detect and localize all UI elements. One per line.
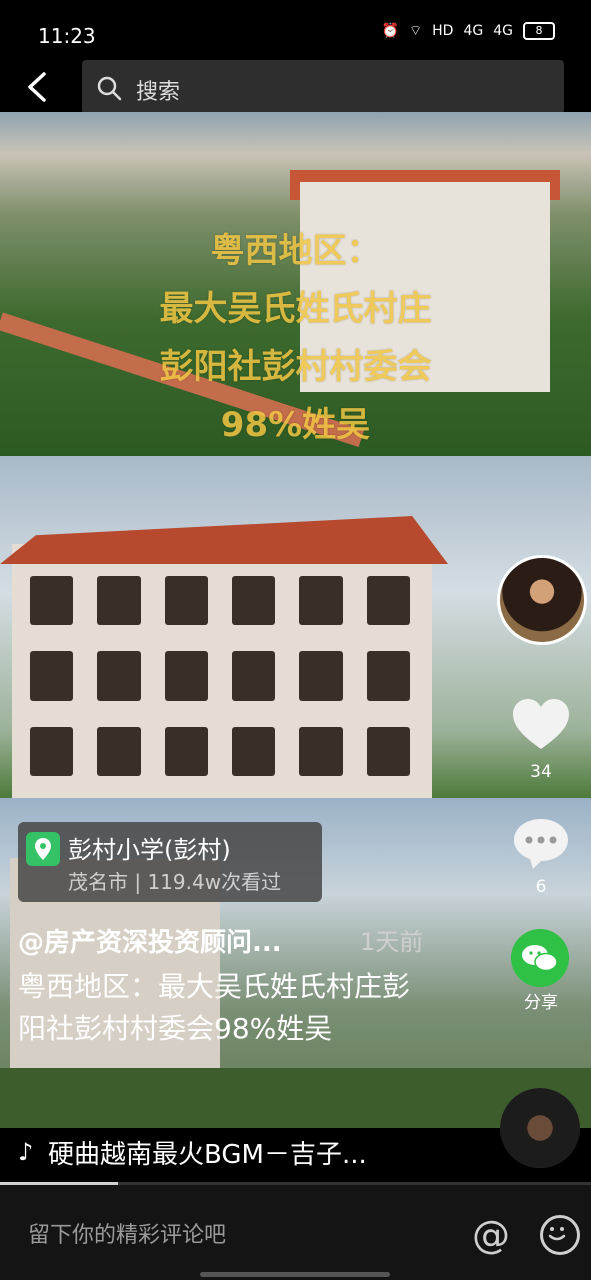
location-subtitle: 茂名市 | 119.4w次看过: [68, 870, 282, 894]
emoji-icon[interactable]: [540, 1215, 580, 1255]
comment-input[interactable]: 留下你的精彩评论吧: [28, 1217, 226, 1249]
location-name: 彭村小学(彭村): [68, 836, 231, 864]
status-bar: 11:23 ⏰ ⌔ HD 4G 4G 8: [0, 0, 591, 52]
home-indicator: [200, 1272, 390, 1277]
author-name[interactable]: @房产资深投资顾问...: [18, 922, 282, 959]
overlay-title-line: 最大吴氏姓氏村庄: [159, 289, 432, 329]
location-pin-icon: [26, 832, 60, 866]
search-icon: [97, 76, 122, 101]
overlay-title-line: 彭阳社彭村村委会: [159, 347, 432, 387]
status-time: 11:23: [38, 24, 96, 48]
overlay-title-line: 98%姓吴: [220, 405, 371, 445]
chevron-left-icon: [28, 72, 46, 102]
comment-bar: 留下你的精彩评论吧 @: [0, 1185, 591, 1280]
share-label: 分享: [524, 993, 558, 1013]
wechat-icon: [522, 945, 558, 972]
author-avatar[interactable]: [497, 555, 587, 645]
like-count: 34: [530, 762, 552, 782]
comment-count: 6: [535, 877, 547, 897]
building-roof: [0, 516, 448, 564]
network-label: HD: [432, 23, 454, 39]
music-note-icon: ♪: [18, 1138, 34, 1166]
video-overlay-title: 粤西地区： 最大吴氏姓氏村庄 彭阳社彭村村委会 98%姓吴: [0, 112, 591, 454]
back-button[interactable]: [18, 66, 60, 108]
wechat-share-icon[interactable]: [511, 929, 569, 987]
signal-icon-2: 4G: [493, 23, 513, 39]
wifi-icon: ⌔: [408, 23, 423, 39]
at-mention-icon[interactable]: @: [472, 1213, 510, 1257]
music-title: 硬曲越南最火BGM－吉子...: [48, 1140, 367, 1170]
search-placeholder: 搜索: [136, 80, 181, 105]
overlay-title-line: 粤西地区：: [210, 231, 381, 271]
comment-icon[interactable]: [511, 815, 571, 871]
post-description: 粤西地区：最大吴氏姓氏村庄彭阳社彭村村委会98%姓吴: [18, 970, 411, 1045]
alarm-icon: ⏰: [381, 23, 399, 39]
video-frame-building: [0, 456, 591, 798]
search-input[interactable]: 搜索: [82, 60, 564, 114]
music-disc-icon[interactable]: [500, 1088, 580, 1168]
location-card[interactable]: 彭村小学(彭村) 茂名市 | 119.4w次看过: [18, 822, 322, 902]
post-time: 1天前: [360, 928, 424, 956]
battery-icon: 8: [523, 22, 555, 40]
signal-icon: 4G: [463, 23, 484, 39]
status-icons: ⏰ ⌔ HD 4G 4G 8: [382, 22, 555, 40]
building-windows: [30, 576, 410, 776]
heart-icon[interactable]: [511, 697, 571, 753]
